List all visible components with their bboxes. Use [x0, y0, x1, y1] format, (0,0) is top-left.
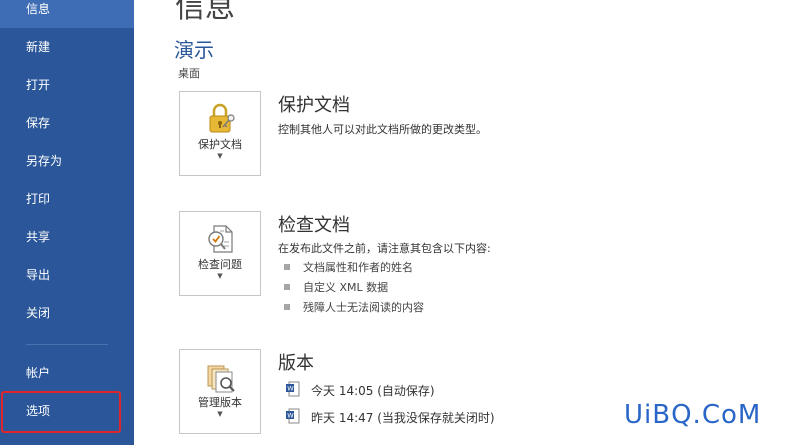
- options-highlight-box: [1, 391, 121, 433]
- nav-export[interactable]: 导出: [0, 256, 134, 294]
- nav-info[interactable]: 信息: [0, 0, 134, 28]
- inspect-bullet-1: 文档属性和作者的姓名: [303, 261, 413, 274]
- inspect-description: 在发布此文件之前，请注意其包含以下内容:: [278, 242, 491, 255]
- bullet-icon: [284, 264, 290, 270]
- nav-new[interactable]: 新建: [0, 28, 134, 66]
- chevron-down-icon: ▼: [217, 410, 223, 418]
- chevron-down-icon: ▼: [217, 272, 223, 280]
- versions-icon: [207, 365, 235, 393]
- svg-text:W: W: [287, 412, 294, 420]
- manage-versions-label: 管理版本: [198, 396, 242, 409]
- check-issues-button[interactable]: 检查问题 ▼: [179, 211, 261, 296]
- nav-share[interactable]: 共享: [0, 218, 134, 256]
- protect-document-label: 保护文档: [198, 138, 242, 151]
- version-item-yesterday[interactable]: 昨天 14:47 (当我没保存就关闭时): [311, 409, 495, 426]
- nav-close[interactable]: 关闭: [0, 294, 134, 332]
- svg-text:W: W: [287, 385, 294, 393]
- protect-description: 控制其他人可以对此文档所做的更改类型。: [278, 123, 487, 136]
- version-item-today[interactable]: 今天 14:05 (自动保存): [311, 382, 435, 399]
- protect-document-button[interactable]: 保护文档 ▼: [179, 91, 261, 176]
- document-location: 桌面: [178, 67, 200, 80]
- inspect-bullet-3: 残障人士无法阅读的内容: [303, 301, 424, 314]
- lock-key-icon: [209, 103, 235, 133]
- nav-save-as[interactable]: 另存为: [0, 142, 134, 180]
- versions-title: 版本: [278, 353, 314, 374]
- nav-account[interactable]: 帐户: [0, 354, 134, 392]
- document-name: 演示: [174, 38, 214, 62]
- nav-open[interactable]: 打开: [0, 66, 134, 104]
- watermark-text: UiBQ.CoM: [624, 400, 762, 430]
- backstage-sidebar: 信息 新建 打开 保存 另存为 打印 共享 导出 关闭 帐户 选项: [0, 0, 134, 445]
- word-document-icon[interactable]: W: [286, 381, 300, 397]
- bullet-icon: [284, 304, 290, 310]
- nav-print[interactable]: 打印: [0, 180, 134, 218]
- protect-title: 保护文档: [278, 95, 350, 116]
- bullet-icon: [284, 284, 290, 290]
- check-issues-label: 检查问题: [198, 258, 242, 271]
- chevron-down-icon: ▼: [217, 152, 223, 160]
- nav-save[interactable]: 保存: [0, 104, 134, 142]
- word-document-icon[interactable]: W: [286, 408, 300, 424]
- page-title: 信息: [175, 0, 235, 25]
- inspect-title: 检查文档: [278, 215, 350, 236]
- manage-versions-button[interactable]: 管理版本 ▼: [179, 349, 261, 434]
- nav-divider: [26, 344, 108, 345]
- inspect-bullet-2: 自定义 XML 数据: [303, 281, 389, 294]
- inspect-document-icon: [208, 225, 233, 253]
